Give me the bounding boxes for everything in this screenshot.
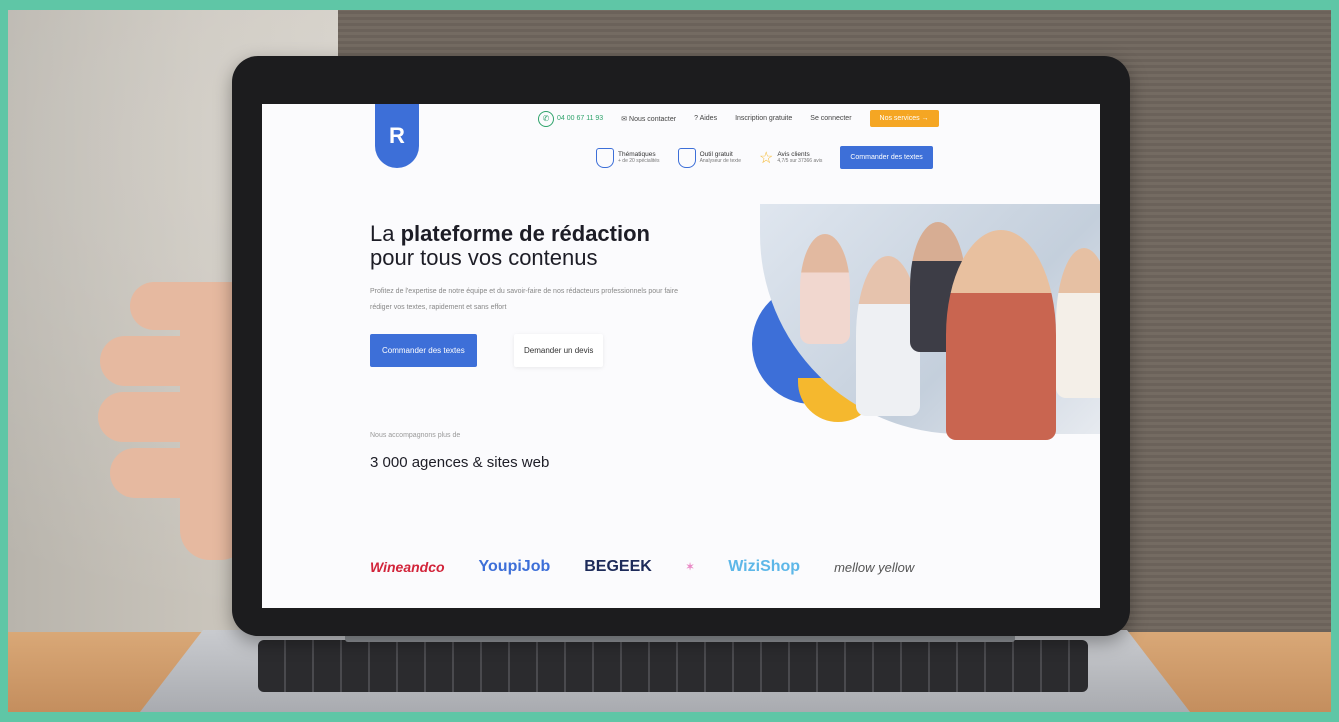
laptop: R ✆ 04 00 67 11 93 ✉ Nous contacter ? Ai… [232, 56, 1130, 636]
client-logo: WiziShop [728, 558, 801, 575]
hero-title: La plateforme de rédaction pour tous vos… [370, 222, 650, 270]
hero-title-bold: plateforme de rédaction [400, 221, 650, 246]
signup-link[interactable]: Inscription gratuite [735, 115, 792, 122]
person [1056, 248, 1100, 398]
top-nav: ✆ 04 00 67 11 93 ✉ Nous contacter ? Aide… [538, 110, 939, 127]
feature-title: Outil gratuit [699, 151, 733, 158]
phone-link[interactable]: ✆ 04 00 67 11 93 [538, 110, 604, 127]
hero-title-line2: pour tous vos contenus [370, 245, 598, 270]
shield-icon [596, 147, 614, 168]
client-logo-decor: ✶ [685, 561, 695, 573]
help-label: Aides [699, 115, 718, 122]
feature-title: Avis clients [777, 151, 810, 158]
client-logo: YoupiJob [478, 558, 551, 575]
clients-intro: Nous accompagnons plus de [370, 432, 461, 439]
client-logo: mellow yellow [834, 559, 915, 575]
person [800, 234, 850, 344]
feature-sub: 4,7/5 sur 37366 avis [777, 158, 823, 164]
feature-bar: Thématiques + de 20 spécialités Outil gra… [596, 146, 933, 169]
contact-link[interactable]: ✉ Nous contacter [621, 115, 676, 123]
feature-sub: Analyseur de texte [699, 158, 741, 164]
client-logos: Wineandco YoupiJob BEGEEK ✶ WiziShop mel… [370, 558, 914, 576]
person [946, 230, 1056, 440]
help-link[interactable]: ? Aides [694, 115, 717, 122]
hero-text: Profitez de l'expertise de notre équipe … [370, 288, 678, 311]
phone-number: 04 00 67 11 93 [557, 115, 604, 122]
request-quote-button[interactable]: Demander un devis [514, 334, 604, 367]
laptop-keyboard [258, 640, 1088, 692]
feature-title: Thématiques [618, 151, 656, 158]
feature-tool[interactable]: Outil gratuit Analyseur de texte [677, 147, 741, 168]
client-logo: Wineandco [370, 559, 445, 575]
hero-title-pre: La [370, 221, 401, 246]
feature-themes[interactable]: Thématiques + de 20 spécialités [596, 147, 660, 168]
phone-icon: ✆ [538, 110, 554, 127]
feature-sub: + de 20 spécialités [618, 158, 660, 164]
order-texts-top-button[interactable]: Commander des textes [840, 146, 933, 169]
feature-reviews[interactable]: ☆ Avis clients 4,7/5 sur 37366 avis [759, 148, 822, 168]
site-logo[interactable]: R [375, 104, 419, 168]
contact-label: Nous contacter [629, 115, 677, 123]
check-shield-icon [677, 147, 696, 168]
laptop-screen: R ✆ 04 00 67 11 93 ✉ Nous contacter ? Ai… [262, 104, 1100, 608]
order-texts-button[interactable]: Commander des textes [370, 334, 477, 367]
star-icon: ☆ [758, 149, 774, 167]
clients-count: 3 000 agences & sites web [370, 454, 550, 471]
client-logo: BEGEEK [584, 558, 652, 575]
photo-frame: R ✆ 04 00 67 11 93 ✉ Nous contacter ? Ai… [0, 0, 1339, 722]
login-link[interactable]: Se connecter [810, 115, 851, 122]
services-button[interactable]: Nos services → [869, 110, 939, 127]
